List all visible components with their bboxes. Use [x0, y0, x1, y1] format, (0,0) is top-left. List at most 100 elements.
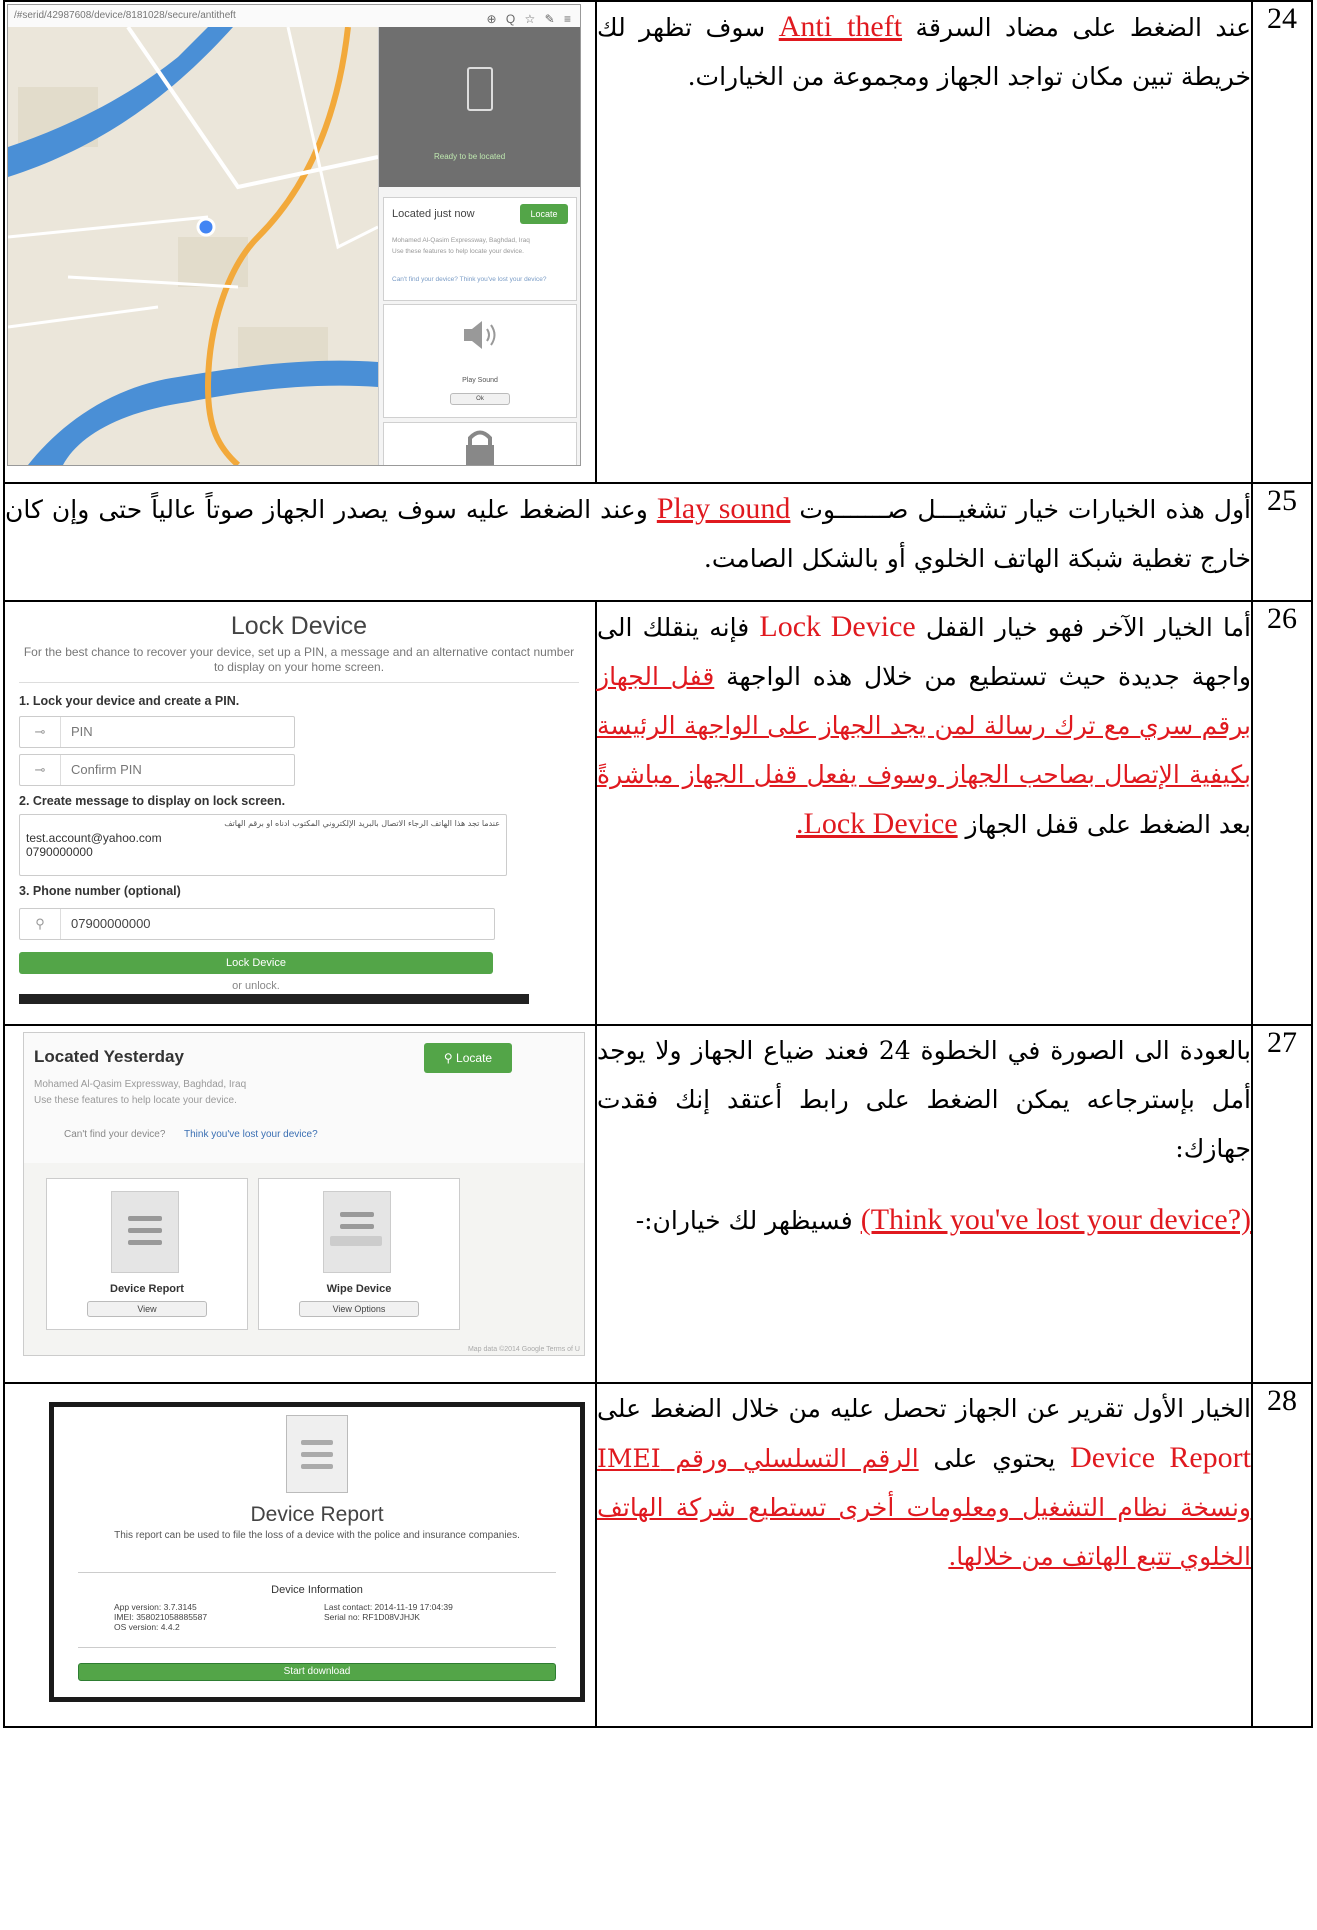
- row-number-25: 25: [1251, 482, 1313, 602]
- row-number-28: 28: [1251, 1382, 1313, 1728]
- located-address: Mohamed Al-Qasim Expressway, Baghdad, Ir…: [392, 237, 530, 244]
- play-sound-label: Play Sound: [462, 377, 498, 384]
- lost-device-link[interactable]: Think you've lost your device?: [184, 1129, 318, 1140]
- located-header: Located Yesterday ⚲ Locate Mohamed Al-Qa…: [24, 1033, 584, 1163]
- text-25-a: أول هذه الخيارات خيار تشغيـــل صـــــــو…: [790, 495, 1251, 524]
- lock-device-link: Lock Device.: [796, 807, 958, 840]
- locate-button[interactable]: Locate: [520, 204, 568, 224]
- text-24-a: عند الضغط على مضاد السرقة: [902, 13, 1251, 42]
- row-number-27: 27: [1251, 1024, 1313, 1384]
- device-info-heading: Device Information: [271, 1584, 363, 1596]
- location-marker: [196, 217, 216, 237]
- play-sound-card: Play Sound Ok: [383, 304, 577, 418]
- phone-input[interactable]: ⚲ 07900000000: [19, 908, 495, 940]
- serial-number: Serial no: RF1D08VJHJK: [324, 1612, 420, 1622]
- shredder-icon: [323, 1191, 391, 1273]
- located-card: Located just now Locate Mohamed Al-Qasim…: [383, 197, 577, 301]
- report-title: Device Report: [250, 1503, 384, 1526]
- locate-button[interactable]: ⚲ Locate: [424, 1043, 512, 1073]
- row-number-26: 26: [1251, 600, 1313, 1026]
- text-26-a: أما الخيار الآخر فهو خيار القفل: [915, 613, 1251, 642]
- info-left-column: App version: 3.7.3145 IMEI: 358021058885…: [114, 1602, 207, 1632]
- message-line-3: 0790000000: [26, 845, 93, 859]
- confirm-pin-input[interactable]: ⊸ Confirm PIN: [19, 754, 295, 786]
- text-cell-24: عند الضغط على مضاد السرقة Anti_theft سوف…: [595, 0, 1253, 484]
- padlock-icon: [466, 430, 494, 465]
- text-cell-26: أما الخيار الآخر فهو خيار القفل Lock Dev…: [595, 600, 1253, 1026]
- step1-heading: 1. Lock your device and create a PIN.: [19, 694, 240, 708]
- image-cell-28: Device Report This report can be used to…: [3, 1382, 597, 1728]
- cant-find-link[interactable]: Can't find your device?: [64, 1129, 165, 1140]
- located-yesterday-screenshot: Located Yesterday ⚲ Locate Mohamed Al-Qa…: [23, 1032, 585, 1356]
- start-download-button[interactable]: Start download: [78, 1663, 556, 1681]
- report-subtitle: This report can be used to file the loss…: [114, 1530, 520, 1541]
- text-27-a: بالعودة الى الصورة في الخطوة 24 فعند ضيا…: [597, 1036, 1251, 1163]
- pin-input[interactable]: ⊸ PIN: [19, 716, 295, 748]
- row-28: Device Report This report can be used to…: [3, 1382, 1313, 1728]
- divider-top: [78, 1572, 556, 1573]
- located-title: Located just now: [392, 208, 475, 220]
- text-28-a: الخيار الأول تقرير عن الجهاز تحصل عليه م…: [597, 1394, 1251, 1423]
- lock-card: [383, 422, 577, 465]
- address-line: Mohamed Al-Qasim Expressway, Baghdad, Ir…: [34, 1079, 247, 1090]
- phone-value: 07900000000: [71, 916, 151, 931]
- row-number-24: 24: [1251, 0, 1313, 484]
- wipe-device-label: Wipe Device: [326, 1283, 392, 1295]
- info-right-column: Last contact: 2014-11-19 17:04:39 Serial…: [324, 1602, 453, 1622]
- last-contact: Last contact: 2014-11-19 17:04:39: [324, 1602, 453, 1612]
- image-cell-26: Lock Device For the best chance to recov…: [3, 600, 597, 1026]
- address-text: /#serid/42987608/device/8181028/secure/a…: [14, 10, 236, 21]
- anti-theft-link: Anti_theft: [778, 10, 903, 43]
- key-icon: ⊸: [20, 717, 61, 747]
- anti-theft-map-screenshot: /#serid/42987608/device/8181028/secure/a…: [7, 4, 581, 466]
- phone-box: Ready to be located: [379, 27, 580, 187]
- located-title: Located Yesterday: [34, 1047, 184, 1066]
- play-sound-button[interactable]: Ok: [450, 393, 510, 405]
- step2-heading: 2. Create message to display on lock scr…: [19, 794, 286, 808]
- phone-caption: Ready to be located: [434, 152, 506, 161]
- speaker-icon: [464, 321, 496, 349]
- map-svg: [8, 27, 378, 465]
- key-icon: ⊸: [20, 755, 61, 785]
- unlock-link[interactable]: or unlock.: [19, 980, 493, 992]
- message-line-2: test.account@yahoo.com: [26, 831, 162, 845]
- address-bar: /#serid/42987608/device/8181028/secure/a…: [8, 5, 580, 28]
- view-options-button[interactable]: View Options: [299, 1301, 419, 1317]
- locate-label: Locate: [456, 1051, 493, 1065]
- pin-placeholder: PIN: [71, 724, 93, 739]
- row-27: Located Yesterday ⚲ Locate Mohamed Al-Qa…: [3, 1024, 1313, 1384]
- image-cell-27: Located Yesterday ⚲ Locate Mohamed Al-Qa…: [3, 1024, 597, 1384]
- document-icon: [111, 1191, 179, 1273]
- lock-device-screenshot: Lock Device For the best chance to recov…: [19, 612, 579, 1004]
- message-textarea[interactable]: عندما تجد هذا الهاتف الرجاء الاتصال بالب…: [19, 814, 507, 876]
- confirm-pin-placeholder: Confirm PIN: [71, 762, 142, 777]
- bottom-bar: [19, 994, 529, 1004]
- step3-heading: 3. Phone number (optional): [19, 884, 181, 898]
- os-version: OS version: 4.4.2: [114, 1622, 180, 1632]
- device-report-term: Device Report: [1070, 1441, 1251, 1474]
- text-27-b: فسيظهر لك خياران:-: [635, 1206, 861, 1235]
- text-cell-28: الخيار الأول تقرير عن الجهاز تحصل عليه م…: [595, 1382, 1253, 1728]
- document-table: /#serid/42987608/device/8181028/secure/a…: [3, 0, 1313, 1728]
- device-report-label: Device Report: [110, 1283, 184, 1295]
- view-button[interactable]: View: [87, 1301, 207, 1317]
- lock-subtitle: For the best chance to recover your devi…: [23, 645, 575, 674]
- message-line-1: عندما تجد هذا الهاتف الرجاء الاتصال بالب…: [224, 819, 500, 828]
- document-icon: [286, 1415, 348, 1493]
- app-version: App version: 3.7.3145: [114, 1602, 197, 1612]
- lost-links[interactable]: Can't find your device? Think you've los…: [392, 276, 568, 283]
- help-line: Use these features to help locate your d…: [34, 1095, 237, 1106]
- imei: IMEI: 358021058885587: [114, 1612, 208, 1622]
- lock-device-term: Lock Device: [759, 610, 916, 643]
- lock-device-button[interactable]: Lock Device: [19, 952, 493, 974]
- text-26-c: بعد الضغط على قفل الجهاز: [957, 810, 1251, 839]
- image-cell-24: /#serid/42987608/device/8181028/secure/a…: [3, 0, 597, 484]
- divider: [19, 682, 579, 683]
- wipe-device-card: Wipe Device View Options: [258, 1178, 460, 1330]
- row-25: أول هذه الخيارات خيار تشغيـــل صـــــــو…: [3, 482, 1313, 602]
- text-cell-27: بالعودة الى الصورة في الخطوة 24 فعند ضيا…: [595, 1024, 1253, 1384]
- person-icon: ⚲: [20, 909, 61, 939]
- text-cell-25: أول هذه الخيارات خيار تشغيـــل صـــــــو…: [3, 482, 1253, 602]
- device-report-screenshot: Device Report This report can be used to…: [49, 1402, 585, 1702]
- lock-title: Lock Device: [230, 612, 368, 640]
